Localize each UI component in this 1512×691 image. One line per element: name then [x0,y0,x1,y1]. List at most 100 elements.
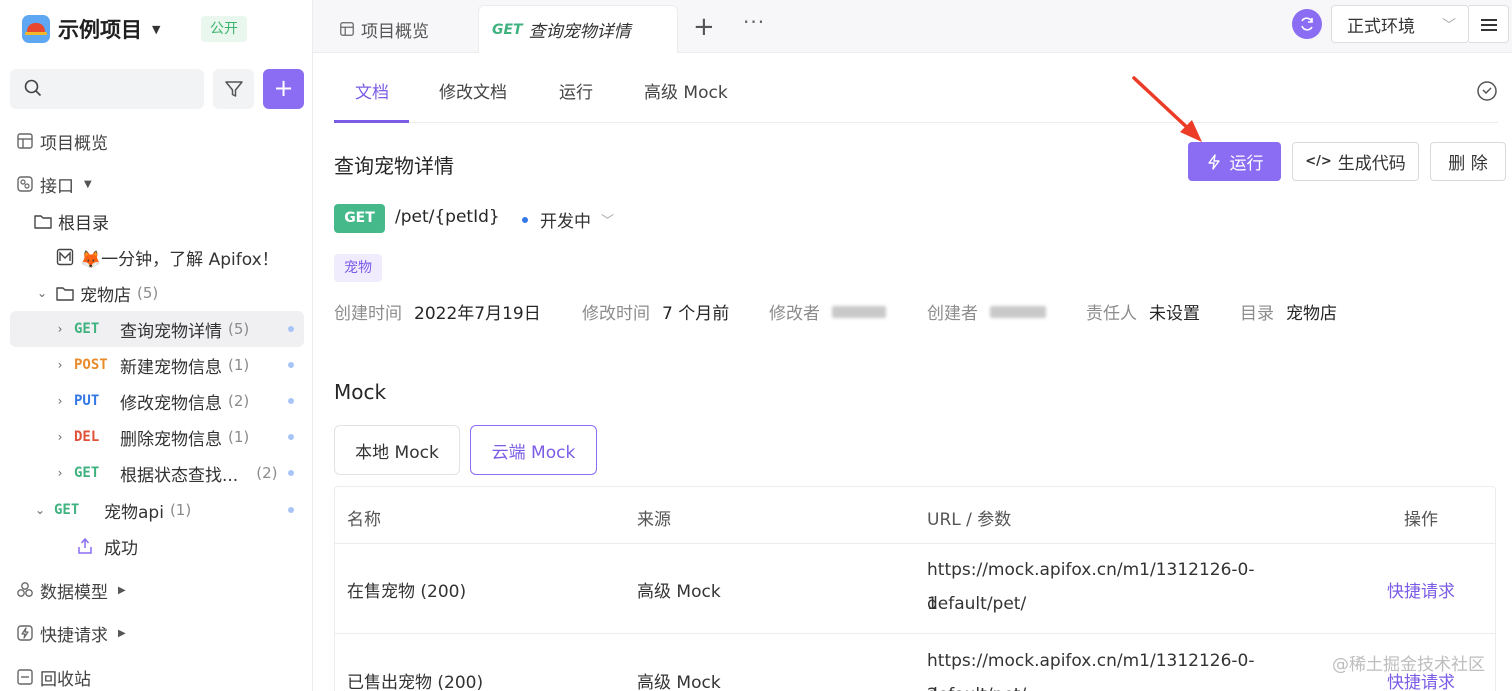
cell-url-cont[interactable]: 1 [927,587,1347,621]
tree-doc-intro[interactable]: 🦊一分钟，了解 Apifox！ [56,239,279,275]
cell-url-cont[interactable]: 2 [927,678,1347,691]
mock-section-title: Mock [334,380,387,404]
status-dot [288,362,294,368]
chevron-right-icon[interactable]: › [52,430,68,444]
tree-endpoint[interactable]: › PUT 修改宠物信息 (2) [10,383,304,419]
case-label: 成功 [104,538,138,559]
chevron-right-icon[interactable]: › [52,358,68,372]
quick-request-link[interactable]: 快捷请求 [1387,577,1455,602]
divider [335,633,1495,634]
search-icon [24,79,42,97]
chevron-down-icon[interactable]: ⌄ [32,503,48,517]
tag-badge[interactable]: 宠物 [334,254,382,282]
comment-icon[interactable] [1476,80,1498,102]
tab-advanced-mock[interactable]: 高级 Mock [644,78,728,103]
column-header: 操作 [1404,510,1438,530]
search-input[interactable] [10,69,204,109]
cell-name: 已售出宠物 (200) [347,673,484,691]
tree-case[interactable]: 成功 [76,528,138,564]
column-header: 名称 [347,510,381,530]
environment-select[interactable]: 正式环境 ﹀ [1331,5,1469,43]
tree-folder-pet-store[interactable]: ⌄ 宠物店 (5) [34,275,158,311]
filter-button[interactable] [213,69,254,109]
tab-cloud-mock[interactable]: 云端 Mock [470,425,597,475]
meta-key: 创建时间 [334,304,402,324]
endpoint-label: 删除宠物信息 [120,429,222,450]
endpoint-label: 查询宠物详情 [120,321,222,342]
tab-endpoint[interactable]: GET 查询宠物详情 [478,5,678,53]
tree-count: (2) [256,464,278,482]
trash-icon [17,669,33,685]
sidebar-item-trash[interactable]: 回收站 [10,659,304,691]
code-icon: </> [1305,154,1332,169]
caret-down-icon[interactable]: ▼ [84,179,92,190]
add-button[interactable]: + [263,69,304,109]
chevron-down-icon[interactable]: ⌄ [34,286,50,300]
tree-endpoint-pet-api[interactable]: ⌄ GET 宠物api (1) [10,492,304,528]
sidebar-item-api[interactable]: 接口 ▼ [10,166,304,202]
meta-key: 目录 [1240,304,1274,324]
sidebar-item-label: 数据模型 [40,582,108,603]
tab-project-overview[interactable]: 项目概览 [313,5,478,53]
chevron-right-icon[interactable]: › [52,394,68,408]
project-logo-icon [22,15,50,43]
meta-created-time: 创建时间 2022年7月19日 [334,299,541,324]
project-switcher[interactable]: 示例项目 ▼ [22,12,160,46]
endpoint-label: 根据状态查找... [120,465,239,486]
environment-value: 正式环境 [1347,16,1415,37]
method-label: GET [74,465,100,481]
method-label: GET [54,502,80,518]
chevron-right-icon[interactable]: › [52,322,68,336]
delete-button[interactable]: 删 除 [1430,142,1506,181]
sync-button[interactable] [1292,9,1322,39]
tree-endpoint[interactable]: › POST 新建宠物信息 (1) [10,347,304,383]
more-tabs-button[interactable]: ··· [743,10,765,34]
cell-source: 高级 Mock [637,673,721,691]
sidebar-item-quick-request[interactable]: 快捷请求 ▶ [10,615,304,651]
tree-endpoint[interactable]: › DEL 删除宠物信息 (1) [10,419,304,455]
tab-local-mock[interactable]: 本地 Mock [334,425,460,475]
tree-endpoint[interactable]: › GET 根据状态查找... (2) [10,455,304,491]
caret-right-icon[interactable]: ▶ [118,628,126,639]
environment-menu-button[interactable] [1469,5,1509,43]
sidebar-item-overview[interactable]: 项目概览 [10,123,304,159]
tree-count: (2) [228,392,250,410]
status-value: 开发中 [540,212,591,232]
tree-endpoint[interactable]: › GET 查询宠物详情 (5) [10,311,304,347]
meta-value: 宠物店 [1286,304,1337,324]
generate-code-button[interactable]: </> 生成代码 [1292,142,1419,181]
tab-docs[interactable]: 文档 [355,78,389,103]
meta-value: 2022年7月19日 [414,304,541,324]
meta-modifier: 修改者 [769,299,886,324]
tree-count: (1) [228,356,250,374]
tab-label: 项目概览 [361,21,429,42]
status-dot [522,216,528,223]
tab-run[interactable]: 运行 [559,78,593,103]
active-tab-indicator [334,120,409,123]
sidebar-item-label: 回收站 [40,669,91,690]
caret-down-icon: ▼ [152,22,161,36]
visibility-badge: 公开 [201,16,247,42]
delete-label: 删 除 [1448,154,1488,174]
status-select[interactable]: 开发中 ﹀ [522,207,614,232]
new-tab-button[interactable]: + [693,12,715,42]
lightning-icon [1207,153,1220,170]
tree-folder-root[interactable]: 根目录 [34,203,109,239]
tree-count: (1) [228,428,250,446]
tree-doc-label: 🦊一分钟，了解 Apifox！ [80,249,279,270]
filter-icon [225,81,243,97]
annotation-arrow-icon [1132,76,1202,142]
method-label: GET [492,21,523,38]
tab-edit-docs[interactable]: 修改文档 [439,78,507,103]
meta-owner: 责任人 未设置 [1086,299,1200,324]
mock-tab-label: 云端 Mock [491,442,576,463]
run-button[interactable]: 运行 [1188,142,1281,181]
caret-right-icon[interactable]: ▶ [118,585,126,596]
sidebar-item-data-model[interactable]: 数据模型 ▶ [10,572,304,608]
folder-icon [34,214,52,229]
mock-table: 名称 来源 URL / 参数 操作 在售宠物 (200) 高级 Mock htt… [334,486,1496,691]
chevron-right-icon[interactable]: › [52,466,68,480]
method-badge: GET [334,204,385,233]
method-label: PUT [74,393,100,409]
redacted-value [990,305,1046,318]
